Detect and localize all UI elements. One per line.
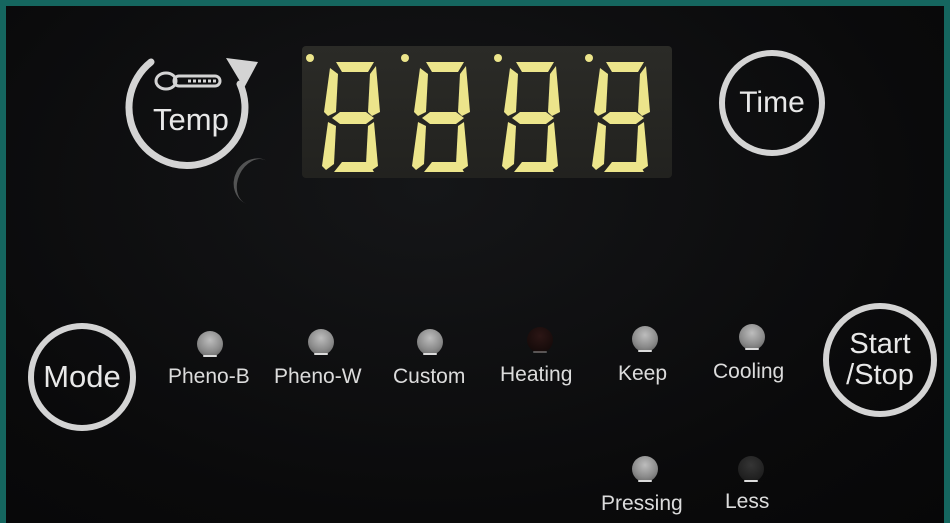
less-label: Less (725, 490, 770, 513)
pheno-w-label: Pheno-W (274, 365, 362, 388)
custom-led-line (423, 353, 437, 355)
cooling-led (739, 324, 765, 350)
temp-button[interactable]: Temp (118, 44, 268, 172)
less-led-line (744, 480, 758, 482)
cooling-led-line (745, 348, 759, 350)
digit-2 (412, 62, 470, 172)
control-panel: Temp Time Mode Start /Stop Pheno-B Pheno… (0, 0, 950, 523)
digit-3 (502, 62, 560, 172)
time-button[interactable]: Time (719, 50, 825, 156)
heating-led (527, 327, 553, 353)
less-led (738, 456, 764, 482)
temp-label: Temp (153, 102, 229, 137)
heating-led-line (533, 351, 547, 353)
pheno-b-led-line (203, 355, 217, 357)
pheno-w-led-line (314, 353, 328, 355)
pressing-led-line (638, 480, 652, 482)
seven-segment-display (302, 46, 672, 178)
pressing-led (632, 456, 658, 482)
custom-led (417, 329, 443, 355)
digit-3-dot (494, 54, 502, 62)
keep-led (632, 326, 658, 352)
custom-label: Custom (393, 365, 466, 388)
mode-label: Mode (43, 359, 121, 394)
start-stop-label-line2: /Stop (846, 359, 914, 391)
digit-1-dot (306, 54, 314, 62)
digit-1 (322, 62, 380, 172)
keep-label: Keep (618, 362, 668, 385)
pheno-b-led (197, 331, 223, 357)
digit-4 (592, 62, 650, 172)
thermometer-icon (154, 71, 222, 91)
heating-label: Heating (500, 363, 573, 386)
start-stop-label: Start /Stop (846, 329, 914, 391)
digit-2-dot (401, 54, 409, 62)
pressing-label: Pressing (601, 492, 683, 515)
time-label: Time (739, 86, 805, 119)
pheno-w-led (308, 329, 334, 355)
cooling-label: Cooling (713, 360, 785, 383)
keep-led-line (638, 350, 652, 352)
pheno-b-label: Pheno-B (168, 365, 250, 388)
start-stop-label-line1: Start (849, 328, 911, 360)
mode-button[interactable]: Mode (28, 323, 136, 431)
start-stop-button[interactable]: Start /Stop (823, 303, 937, 417)
display-digits (306, 54, 650, 172)
digit-4-dot (585, 54, 593, 62)
